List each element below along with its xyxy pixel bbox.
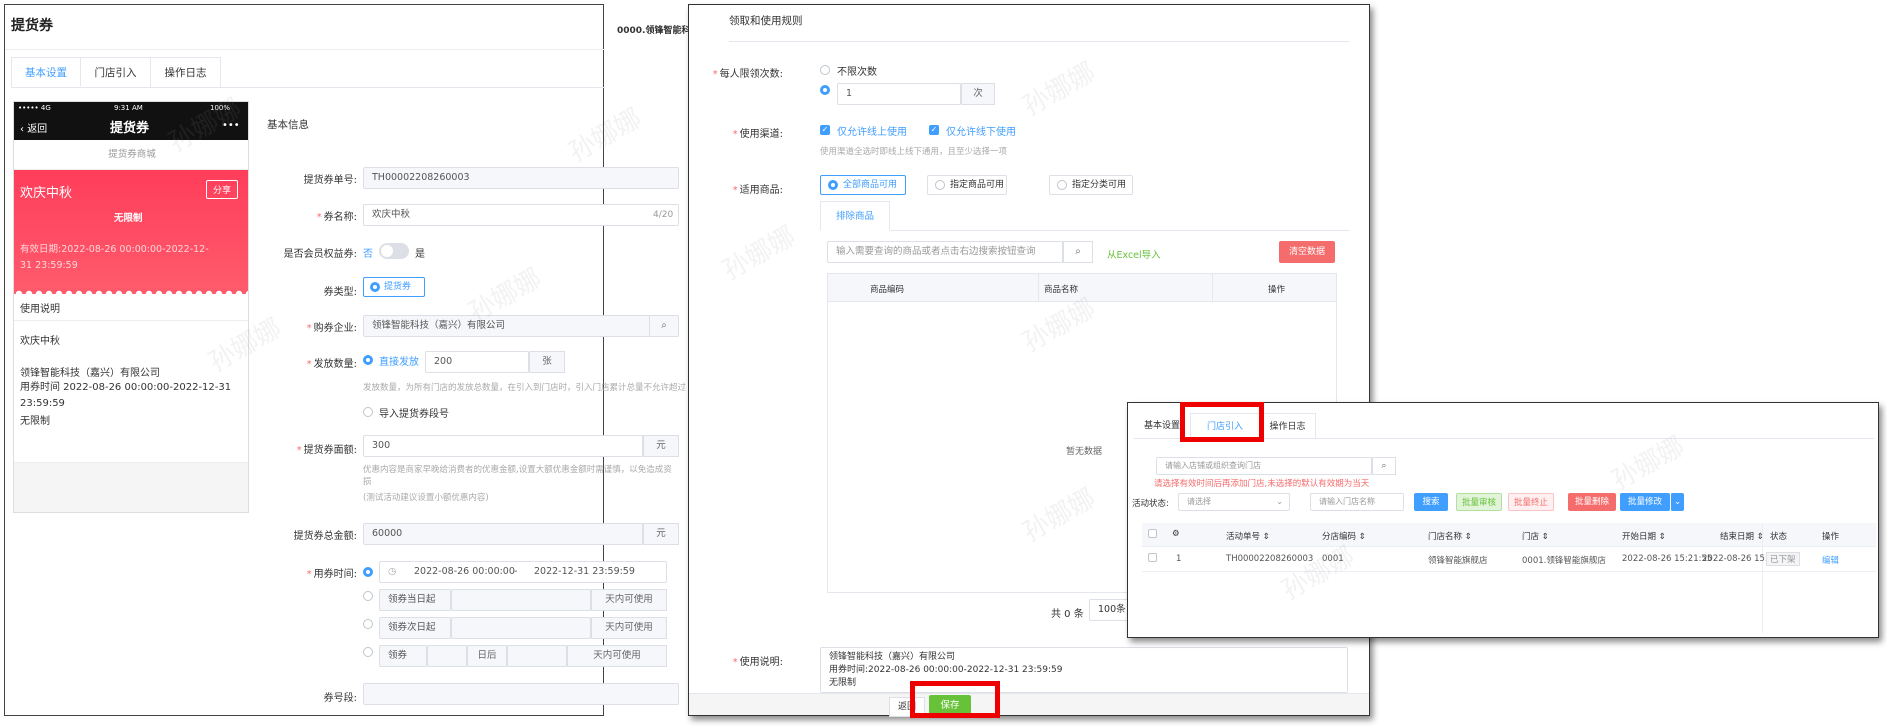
coupon-name-field[interactable]: 欢庆中秋 xyxy=(363,204,679,226)
exclude-tab-bar: 排除商品 xyxy=(820,201,1350,231)
goods-category-option[interactable]: 指定分类可用 xyxy=(1049,175,1133,195)
excel-import-link[interactable]: 从Excel导入 xyxy=(1107,247,1161,261)
select-all-checkbox[interactable] xyxy=(1148,529,1157,538)
tab-log[interactable]: 操作日志 xyxy=(1260,413,1316,439)
opt3-range-field[interactable] xyxy=(507,645,567,667)
coupon-scallop xyxy=(14,288,248,294)
search-icon[interactable]: ⌕ xyxy=(1372,457,1396,475)
goods-all-option[interactable]: 全部商品可用 xyxy=(820,175,906,195)
batch-delete-button[interactable]: 批量删除 xyxy=(1568,493,1616,511)
instructions-title: 使用说明 xyxy=(20,304,60,315)
segment-field[interactable] xyxy=(363,683,679,705)
left-panel: 提货券 0000.领锋智能科技 0000.领锋智能科技 基本设置 门店引入 操作… xyxy=(4,4,699,716)
opt3-days-field[interactable] xyxy=(427,645,467,667)
search-icon[interactable]: ⌕ xyxy=(649,316,678,336)
name-count: 4/20 xyxy=(653,210,674,220)
store-table: ⚙ 活动单号 ⇕ 分店编码 ⇕ 门店名称 ⇕ 门店 ⇕ 开始日期 ⇕ 结束日期 … xyxy=(1142,523,1876,633)
back-button[interactable]: ‹ 返回 xyxy=(20,120,47,135)
company-field[interactable]: 领锋智能科技（嘉兴）有限公司 xyxy=(363,315,679,337)
tab-bar: 基本设置 门店引入 操作日志 xyxy=(11,57,605,88)
member-toggle[interactable] xyxy=(379,243,409,259)
batch-stop-button[interactable]: 批量终止 xyxy=(1508,493,1554,511)
status-badge: 已下架 xyxy=(1766,552,1800,566)
batch-audit-button[interactable]: 批量审核 xyxy=(1456,493,1502,511)
tab-basic[interactable]: 基本设置 xyxy=(11,57,81,87)
qty-direct-radio[interactable] xyxy=(363,355,373,365)
status-bar: ••••• 4G 9:31 AM 100% ‹ 返回 提货券 ••• xyxy=(14,102,248,140)
edit-link[interactable]: 编辑 xyxy=(1822,554,1839,566)
phone-divider xyxy=(14,320,248,321)
store-search-input[interactable]: 请输入店铺或组织查询门店 xyxy=(1156,457,1372,475)
phone-preview: ••••• 4G 9:31 AM 100% ‹ 返回 提货券 ••• 提货券商城… xyxy=(13,101,249,513)
row-checkbox[interactable] xyxy=(1148,553,1157,562)
status-select[interactable]: 请选择 ⌄ xyxy=(1178,493,1290,511)
qty-import-radio[interactable] xyxy=(363,407,373,417)
empty-text: 暂无数据 xyxy=(1066,447,1103,457)
toggle-knob xyxy=(381,245,393,257)
goods-search-input[interactable]: 输入需要查询的商品或者点击右边搜索按钮查询 xyxy=(827,241,1063,263)
batch-edit-button[interactable]: 批量修改 xyxy=(1620,493,1670,511)
mall-bar: 提货券商城 xyxy=(14,140,248,170)
limit-count-field[interactable]: 1 xyxy=(837,83,961,105)
right-tab-bar: 基本设置 门店引入 操作日志 xyxy=(1134,413,1874,439)
total-count: 共 0 条 xyxy=(1051,609,1084,620)
goods-specific-option[interactable]: 指定商品可用 xyxy=(927,175,1007,195)
instructions-textarea[interactable]: 领锋智能科技（嘉兴）有限公司 用券时间:2022-08-26 00:00:00-… xyxy=(820,647,1348,693)
footer-bar xyxy=(689,693,1369,715)
right-panel: 基本设置 门店引入 操作日志 请输入店铺或组织查询门店 ⌕ 请选择有效时间后再添… xyxy=(1127,402,1879,638)
coupon-limit: 无限制 xyxy=(114,213,143,224)
coupon-validity: 有效日期:2022-08-26 00:00:00-2022-12-31 23:5… xyxy=(20,244,209,271)
tab-exclude-goods[interactable]: 排除商品 xyxy=(820,201,890,231)
opt1-radio[interactable] xyxy=(363,591,373,601)
time-range-radio[interactable] xyxy=(363,567,373,577)
opt3-radio[interactable] xyxy=(363,647,373,657)
settings-icon[interactable]: ⚙ xyxy=(1172,529,1180,539)
clear-data-button[interactable]: 清空数据 xyxy=(1279,241,1335,263)
coupon-name: 欢庆中秋 xyxy=(20,186,73,201)
date-range-field[interactable]: ◷ 2022-08-26 00:00:00 - 2022-12-31 23:59… xyxy=(379,561,667,583)
channel-offline-checkbox[interactable]: ✓ xyxy=(929,125,939,135)
rules-header: 领取和使用规则 xyxy=(729,15,803,27)
warning-text: 请选择有效时间后再添加门店,未选择的默认有效期为当天 xyxy=(1154,479,1370,489)
search-button[interactable]: 搜索 xyxy=(1414,493,1448,511)
back-button[interactable]: 返回 xyxy=(889,697,925,717)
save-button[interactable]: 保存 xyxy=(929,695,971,717)
clock-icon: ◷ xyxy=(388,566,397,577)
channel-online-checkbox[interactable]: ✓ xyxy=(820,125,830,135)
table-row[interactable]: 1 TH00002208260003 0001 领锋智能旗舰店 0001.领锋智… xyxy=(1142,547,1876,571)
chevron-down-icon[interactable]: ⌄ xyxy=(1670,493,1684,511)
type-radio xyxy=(370,282,380,292)
header-divider xyxy=(5,49,605,50)
search-icon[interactable]: ⌕ xyxy=(1063,241,1093,263)
page-title: 提货券 xyxy=(11,18,53,34)
limit-unlimited-radio[interactable] xyxy=(820,65,830,75)
more-icon[interactable]: ••• xyxy=(222,120,240,131)
type-option[interactable]: 提货券 xyxy=(363,277,425,297)
amount-field[interactable]: 300 xyxy=(363,435,643,457)
qty-field[interactable]: 200 xyxy=(425,351,529,373)
tab-store-import[interactable]: 门店引入 xyxy=(81,57,151,87)
tab-basic[interactable]: 基本设置 xyxy=(1134,413,1190,439)
section-title: 基本信息 xyxy=(267,119,309,131)
share-button[interactable]: 分享 xyxy=(206,180,239,199)
total-field: 60000 xyxy=(363,523,643,545)
store-name-input[interactable]: 请输入门店名称 xyxy=(1310,493,1404,511)
opt2-days-field[interactable] xyxy=(451,617,591,639)
coupon-card: 欢庆中秋 分享 无限制 有效日期:2022-08-26 00:00:00-202… xyxy=(14,170,248,288)
phone-bottom xyxy=(14,462,248,512)
limit-count-radio[interactable] xyxy=(820,85,830,95)
opt1-days-field[interactable] xyxy=(451,589,591,611)
opt2-radio[interactable] xyxy=(363,619,373,629)
tab-log[interactable]: 操作日志 xyxy=(151,57,221,87)
order-no-field: TH00002208260003 xyxy=(363,167,679,189)
tab-store-import[interactable]: 门店引入 xyxy=(1190,413,1260,439)
chevron-down-icon: ⌄ xyxy=(1276,497,1283,506)
phone-title: 提货券 xyxy=(110,121,150,136)
